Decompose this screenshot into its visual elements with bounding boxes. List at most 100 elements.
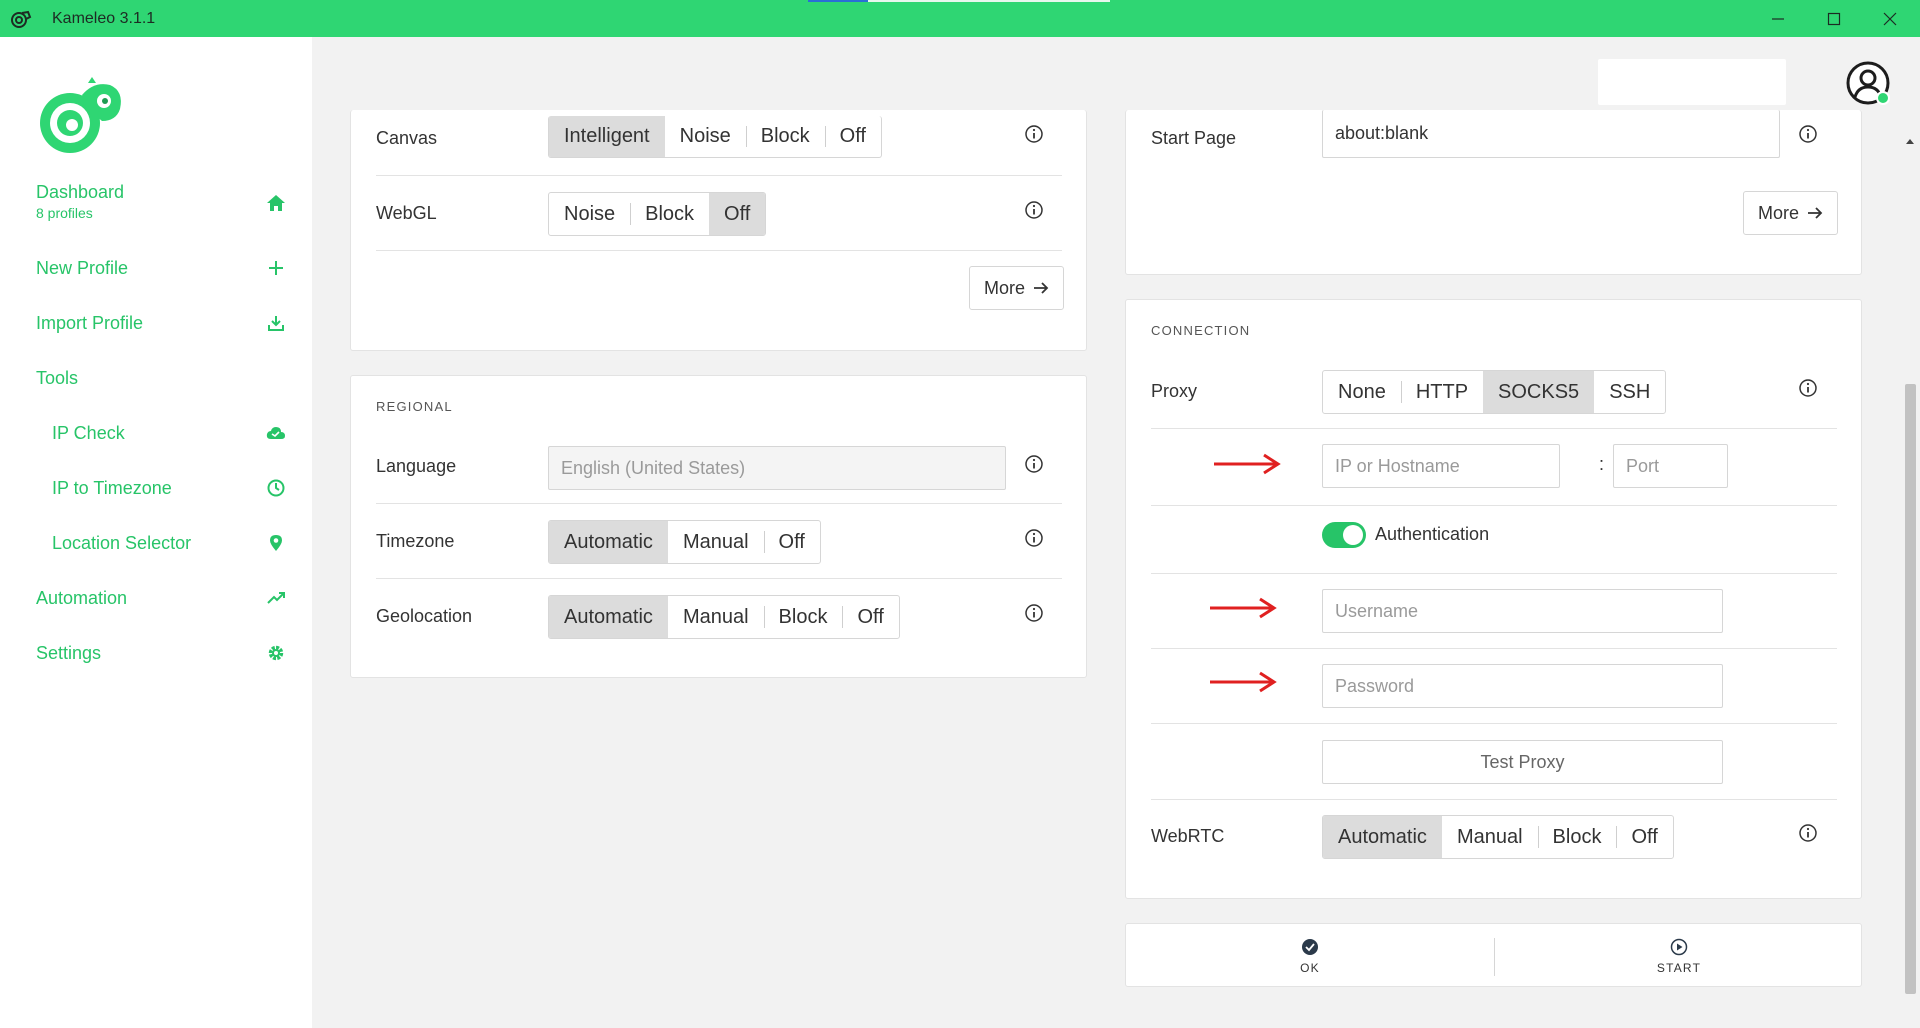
profile-count: 8 profiles [36, 205, 93, 221]
sidebar-item-settings[interactable]: Settings [36, 638, 286, 668]
clock-icon [266, 478, 286, 498]
geolocation-option-manual[interactable]: Manual [668, 596, 764, 638]
divider [1151, 799, 1837, 800]
browser-more-button[interactable]: More [1743, 191, 1839, 235]
divider [1151, 723, 1837, 724]
divider [376, 250, 1062, 251]
sidebar-item-dashboard[interactable]: Dashboard [36, 177, 286, 211]
divider [1151, 428, 1837, 429]
webrtc-option-manual[interactable]: Manual [1442, 816, 1538, 858]
red-arrow-annotation [1210, 597, 1277, 619]
webrtc-option-off[interactable]: Off [1616, 816, 1672, 858]
start-button[interactable]: START [1495, 924, 1863, 988]
main-scrollbar[interactable] [1900, 131, 1920, 1028]
title-bar: Kameleo 3.1.1 [0, 0, 1920, 37]
divider [1151, 505, 1837, 506]
maximize-button[interactable] [1806, 0, 1862, 37]
timezone-option-automatic[interactable]: Automatic [549, 521, 668, 563]
connection-section-title: CONNECTION [1151, 323, 1251, 338]
divider [1151, 573, 1837, 574]
ok-button[interactable]: OK [1126, 924, 1494, 988]
proxy-option-socks5[interactable]: SOCKS5 [1483, 371, 1595, 413]
proxy-password-input[interactable] [1322, 664, 1723, 708]
proxy-option-none[interactable]: None [1323, 371, 1401, 413]
webrtc-options: Automatic Manual Block Off [1322, 815, 1674, 859]
webgl-option-off[interactable]: Off [709, 193, 766, 235]
timezone-label: Timezone [376, 531, 455, 551]
scroll-up-arrow-icon[interactable] [1904, 136, 1916, 146]
proxy-username-input[interactable] [1322, 589, 1723, 633]
canvas-option-block[interactable]: Block [745, 116, 825, 157]
arrow-right-icon [1034, 282, 1049, 294]
start-page-input[interactable] [1322, 110, 1780, 158]
canvas-option-noise[interactable]: Noise [665, 116, 746, 157]
close-icon [1883, 12, 1897, 25]
webgl-option-noise[interactable]: Noise [549, 193, 630, 235]
webrtc-option-block[interactable]: Block [1537, 816, 1617, 858]
minimize-button[interactable] [1750, 0, 1806, 37]
sidebar-item-ip-to-timezone[interactable]: IP to Timezone [52, 473, 286, 503]
maximize-icon [1827, 12, 1841, 25]
sidebar-item-label: Automation [36, 587, 128, 608]
timezone-option-manual[interactable]: Manual [668, 521, 764, 563]
authentication-toggle[interactable] [1322, 522, 1366, 548]
sidebar-item-label: IP to Timezone [52, 477, 172, 498]
webgl-options: Noise Block Off [548, 192, 767, 236]
webgl-info-icon[interactable] [1024, 200, 1044, 220]
webrtc-option-automatic[interactable]: Automatic [1323, 816, 1442, 858]
proxy-host-input[interactable] [1322, 444, 1560, 488]
connection-card: CONNECTION Proxy None HTTP SOCKS5 SSH : … [1125, 299, 1862, 899]
fingerprint-more-button[interactable]: More [969, 266, 1065, 310]
sidebar-item-label: Settings [36, 642, 102, 663]
geolocation-option-block[interactable]: Block [763, 596, 843, 638]
sidebar-item-label: Import Profile [36, 312, 144, 333]
titlebar-accent-light [868, 0, 1110, 2]
proxy-option-ssh[interactable]: SSH [1594, 371, 1665, 413]
webgl-option-block[interactable]: Block [630, 193, 709, 235]
sidebar-item-new-profile[interactable]: New Profile [36, 253, 286, 283]
window-title: Kameleo 3.1.1 [52, 10, 156, 27]
location-pin-icon [266, 533, 286, 553]
proxy-option-http[interactable]: HTTP [1400, 371, 1483, 413]
check-circle-icon [1302, 938, 1318, 955]
test-proxy-button[interactable]: Test Proxy [1322, 740, 1723, 784]
divider [376, 175, 1062, 176]
canvas-option-intelligent[interactable]: Intelligent [549, 116, 665, 157]
start-page-label: Start Page [1151, 128, 1237, 148]
start-page-info-icon[interactable] [1798, 124, 1818, 144]
sidebar-item-location-selector[interactable]: Location Selector [52, 528, 286, 558]
timezone-option-off[interactable]: Off [763, 521, 820, 563]
close-window-button[interactable] [1862, 0, 1918, 37]
geolocation-options: Automatic Manual Block Off [548, 595, 900, 639]
header-search-box[interactable] [1598, 59, 1786, 105]
proxy-info-icon[interactable] [1798, 378, 1818, 398]
trending-up-icon [266, 588, 286, 608]
canvas-option-off[interactable]: Off [824, 116, 881, 157]
sidebar-item-label: New Profile [36, 257, 129, 278]
sidebar-item-label: Tools [36, 367, 79, 388]
language-info-icon[interactable] [1024, 454, 1044, 474]
proxy-port-input[interactable] [1613, 444, 1728, 488]
geolocation-label: Geolocation [376, 606, 473, 626]
start-label: START [1656, 960, 1702, 975]
webrtc-info-icon[interactable] [1798, 823, 1818, 843]
browser-card: Start Page More [1125, 110, 1862, 275]
sidebar-item-tools[interactable]: Tools [36, 363, 286, 393]
divider [376, 503, 1062, 504]
divider [376, 578, 1062, 579]
timezone-options: Automatic Manual Off [548, 520, 821, 564]
geolocation-info-icon[interactable] [1024, 603, 1044, 623]
timezone-info-icon[interactable] [1024, 528, 1044, 548]
sidebar-item-automation[interactable]: Automation [36, 583, 286, 613]
sidebar-item-import-profile[interactable]: Import Profile [36, 308, 286, 338]
sidebar-item-ip-check[interactable]: IP Check [52, 418, 286, 448]
user-avatar-icon[interactable] [1846, 61, 1890, 105]
geolocation-option-automatic[interactable]: Automatic [549, 596, 668, 638]
scrollbar-thumb[interactable] [1905, 384, 1916, 994]
red-arrow-annotation [1214, 453, 1281, 475]
proxy-options: None HTTP SOCKS5 SSH [1322, 370, 1667, 414]
webgl-label: WebGL [376, 203, 437, 223]
canvas-info-icon[interactable] [1024, 124, 1044, 144]
cloud-check-icon [266, 423, 286, 443]
geolocation-option-off[interactable]: Off [842, 596, 898, 638]
